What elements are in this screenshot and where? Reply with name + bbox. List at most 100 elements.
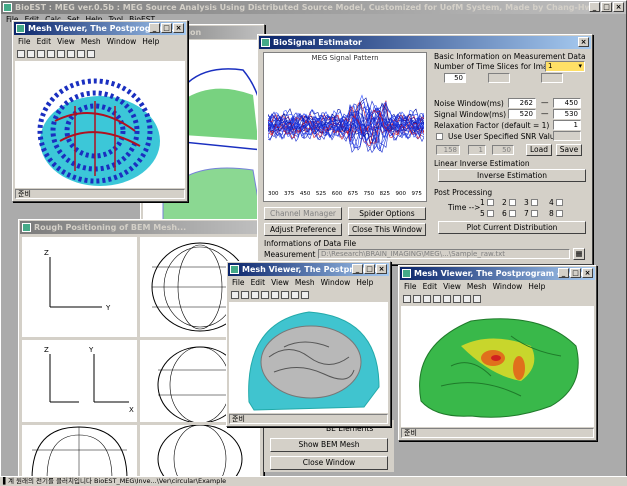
time-checkbox-5[interactable] — [487, 210, 494, 217]
rough-title-bar[interactable]: Rough Positioning of BEM Mesh... — [20, 221, 262, 234]
mv3-minimize-button[interactable]: _ — [558, 268, 569, 278]
time-checkbox-8[interactable] — [556, 210, 563, 217]
time-checkbox-2[interactable] — [509, 199, 516, 206]
time-checkbox-6[interactable] — [509, 210, 516, 217]
adjust-preference-button[interactable]: Adjust Preference — [264, 223, 342, 236]
mv1-canvas[interactable] — [15, 61, 185, 188]
noise-window-label: Noise Window(ms) — [434, 99, 504, 108]
open-icon[interactable] — [17, 50, 25, 58]
mv3-maximize-button[interactable]: □ — [570, 268, 581, 278]
mv2-menu-help[interactable]: Help — [356, 277, 373, 288]
noise-to-input[interactable]: 450 — [553, 98, 581, 108]
mv2-title-bar[interactable]: Mesh Viewer, The Postprogram ... _ □ × — [228, 263, 389, 276]
basic-info-label: Basic Information on Measurement Data — [434, 52, 586, 61]
mv2-close-button[interactable]: × — [376, 264, 387, 274]
time-checkbox-7[interactable] — [531, 210, 538, 217]
mv2-menu-edit[interactable]: Edit — [251, 277, 266, 288]
mv2-canvas[interactable] — [229, 302, 388, 413]
help-icon[interactable] — [473, 295, 481, 303]
mv1-menu-mesh[interactable]: Mesh — [81, 36, 101, 47]
save-icon[interactable] — [413, 295, 421, 303]
mv3-close-button[interactable]: × — [582, 268, 593, 278]
mv3-menu-mesh[interactable]: Mesh — [467, 281, 487, 292]
mesh-view-bottom-right[interactable] — [140, 424, 260, 480]
main-status-bar: ▌계 원래의 전기를 클러치입니다 BioEST_MEG\Inve...\Ver… — [0, 476, 627, 486]
channel-manager-button[interactable]: Channel Manager — [264, 207, 342, 220]
mv3-menu-edit[interactable]: Edit — [423, 281, 438, 292]
pan-icon[interactable] — [77, 50, 85, 58]
snr-checkbox[interactable] — [436, 133, 443, 140]
zoom-out-icon[interactable] — [453, 295, 461, 303]
rotate-icon[interactable] — [47, 50, 55, 58]
axis-view-mid-center[interactable]: Y X — [79, 340, 137, 422]
mv3-menu-file[interactable]: File — [404, 281, 417, 292]
close-window-button[interactable]: Close Window — [270, 456, 388, 470]
biosignal-close-button[interactable]: × — [578, 37, 589, 47]
spider-options-button[interactable]: Spider Options — [348, 207, 426, 220]
browse-button[interactable]: ▦ — [573, 248, 585, 260]
axis-view-top-left[interactable]: Z Y — [22, 237, 137, 337]
rotate-icon[interactable] — [433, 295, 441, 303]
mv2-menu-mesh[interactable]: Mesh — [295, 277, 315, 288]
print-icon[interactable] — [37, 50, 45, 58]
mv2-menu-view[interactable]: View — [271, 277, 289, 288]
pan-icon[interactable] — [291, 291, 299, 299]
slice-input[interactable]: 50 — [444, 73, 466, 83]
biosignal-title-bar[interactable]: BioSignal Estimator × — [259, 36, 591, 49]
plot-current-button[interactable]: Plot Current Distribution — [438, 221, 586, 234]
rotate-icon[interactable] — [261, 291, 269, 299]
mv1-menu-window[interactable]: Window — [107, 36, 137, 47]
mv2-maximize-button[interactable]: □ — [364, 264, 375, 274]
mv1-menu-edit[interactable]: Edit — [37, 36, 52, 47]
save-icon[interactable] — [27, 50, 35, 58]
zoom-out-icon[interactable] — [67, 50, 75, 58]
save-button[interactable]: Save — [556, 144, 582, 156]
mv3-title-bar[interactable]: Mesh Viewer, The Postprogram - [win... _… — [400, 267, 595, 280]
zoom-in-icon[interactable] — [443, 295, 451, 303]
mv1-menu-view[interactable]: View — [57, 36, 75, 47]
mv1-menu-help[interactable]: Help — [142, 36, 159, 47]
help-icon[interactable] — [87, 50, 95, 58]
signal-to-input[interactable]: 530 — [553, 109, 581, 119]
mv2-menu-file[interactable]: File — [232, 277, 245, 288]
print-icon[interactable] — [251, 291, 259, 299]
mv2-menu-window[interactable]: Window — [321, 277, 351, 288]
zoom-in-icon[interactable] — [271, 291, 279, 299]
minimize-button[interactable]: _ — [589, 2, 600, 12]
zoom-in-icon[interactable] — [57, 50, 65, 58]
zoom-out-icon[interactable] — [281, 291, 289, 299]
show-bem-mesh-button[interactable]: Show BEM Mesh — [270, 438, 388, 452]
mv3-menu-help[interactable]: Help — [528, 281, 545, 292]
mv1-title-bar[interactable]: Mesh Viewer, The Postprogram ... _ □ × — [14, 22, 186, 35]
mv1-minimize-button[interactable]: _ — [149, 23, 160, 33]
inverse-estimation-button[interactable]: Inverse Estimation — [438, 169, 586, 182]
mv1-maximize-button[interactable]: □ — [161, 23, 172, 33]
mv3-menu-view[interactable]: View — [443, 281, 461, 292]
print-icon[interactable] — [423, 295, 431, 303]
mv3-canvas[interactable] — [401, 306, 594, 427]
mesh-view-bottom-left[interactable] — [22, 425, 137, 480]
x-tick: 900 — [395, 191, 407, 197]
mv3-menu-window[interactable]: Window — [493, 281, 523, 292]
signal-from-input[interactable]: 520 — [508, 109, 536, 119]
save-icon[interactable] — [241, 291, 249, 299]
mv1-close-button[interactable]: × — [173, 23, 184, 33]
mv2-minimize-button[interactable]: _ — [352, 264, 363, 274]
open-icon[interactable] — [403, 295, 411, 303]
time-checkbox-3[interactable] — [531, 199, 538, 206]
mv1-menu-file[interactable]: File — [18, 36, 31, 47]
open-icon[interactable] — [231, 291, 239, 299]
main-title-bar[interactable]: BioEST : MEG ver.0.5b : MEG Source Analy… — [1, 1, 626, 14]
time-checkbox-4[interactable] — [556, 199, 563, 206]
close-button[interactable]: × — [613, 2, 624, 12]
load-button[interactable]: Load — [526, 144, 552, 156]
num-slices-select[interactable]: 1 ▾ — [545, 61, 585, 72]
noise-from-input[interactable]: 262 — [508, 98, 536, 108]
maximize-button[interactable]: □ — [601, 2, 612, 12]
x-tick: 300 — [268, 191, 279, 197]
pan-icon[interactable] — [463, 295, 471, 303]
relaxation-input[interactable]: 1 — [553, 120, 581, 130]
time-checkbox-1[interactable] — [487, 199, 494, 206]
help-icon[interactable] — [301, 291, 309, 299]
close-this-window-button[interactable]: Close This Window — [348, 223, 426, 236]
